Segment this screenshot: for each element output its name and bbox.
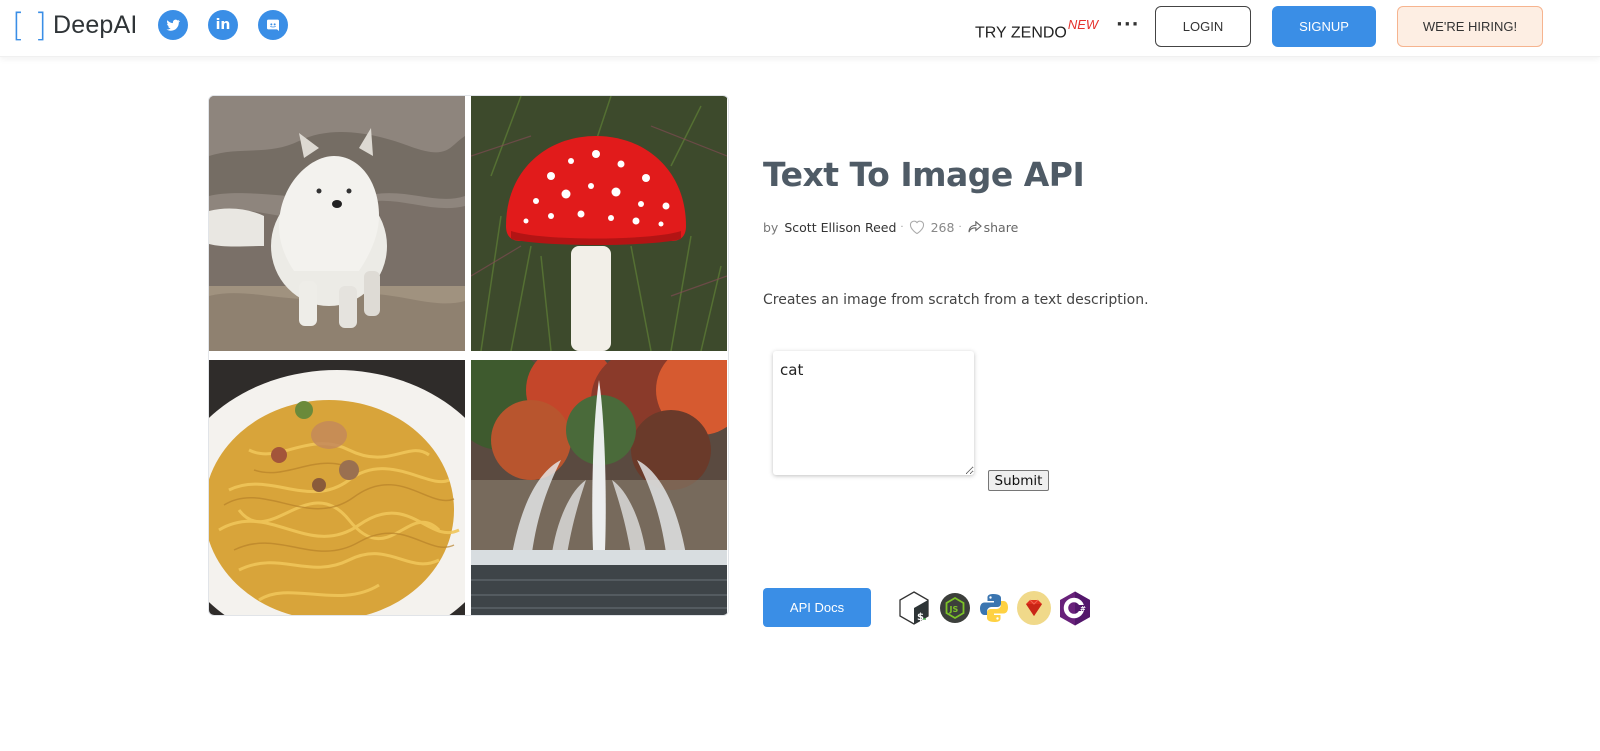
python-icon — [980, 594, 1008, 622]
share-icon — [968, 221, 982, 233]
by-label: by — [763, 219, 779, 235]
new-badge: NEW — [1067, 17, 1099, 32]
logo-bracket-right: ] — [34, 6, 47, 44]
gallery-image-wolf — [209, 96, 465, 351]
prompt-input[interactable] — [773, 351, 974, 475]
logo-text: DeepAI — [52, 10, 138, 39]
logo[interactable]: [ ] DeepAI — [12, 8, 138, 42]
share-label: share — [983, 219, 1019, 235]
linkedin-icon: in — [215, 17, 231, 33]
language-python[interactable] — [976, 590, 1012, 626]
linkedin-link[interactable]: in — [208, 10, 238, 40]
language-nodejs[interactable]: JS — [937, 590, 973, 626]
svg-text:#: # — [1080, 605, 1086, 613]
svg-text:$: $ — [917, 612, 924, 623]
nodejs-icon: JS — [940, 593, 970, 623]
logo-bracket-left: [ — [12, 6, 25, 44]
meta-separator: · — [958, 221, 962, 233]
gallery-image-pasta — [209, 360, 465, 615]
gallery-image-mushroom — [471, 96, 727, 351]
like-button[interactable]: 268 — [908, 219, 955, 235]
hiring-button[interactable]: WE'RE HIRING! — [1397, 6, 1543, 47]
ruby-icon — [1017, 591, 1051, 625]
share-link[interactable]: share — [968, 219, 1019, 235]
try-zendo-label: TRY ZENDO — [975, 24, 1067, 42]
author-link[interactable]: Scott Ellison Reed — [784, 220, 896, 235]
twitter-link[interactable] — [158, 10, 188, 40]
example-image-gallery — [208, 95, 729, 616]
submit-button[interactable]: Submit — [988, 470, 1049, 491]
language-ruby[interactable] — [1016, 590, 1052, 626]
more-menu-button[interactable]: ··· — [1116, 14, 1140, 35]
meta-separator: · — [900, 221, 904, 233]
api-docs-button[interactable]: API Docs — [763, 588, 871, 627]
discord-icon — [267, 19, 279, 31]
bash-icon: $ — [899, 591, 929, 625]
gallery-image-fountain — [471, 360, 727, 615]
like-count: 268 — [930, 219, 955, 235]
signup-button[interactable]: SIGNUP — [1272, 6, 1376, 47]
language-csharp[interactable]: # — [1057, 590, 1093, 626]
heart-icon — [909, 220, 924, 235]
api-description: Creates an image from scratch from a tex… — [763, 292, 1149, 308]
site-header: [ ] DeepAI in TRY ZENDONEW ··· LOGIN SIG… — [0, 0, 1600, 57]
discord-link[interactable] — [258, 10, 288, 40]
svg-text:JS: JS — [949, 605, 959, 614]
page-title: Text To Image API — [763, 155, 1085, 194]
twitter-icon — [166, 19, 181, 31]
api-meta: by Scott Ellison Reed · 268 · share — [763, 219, 1018, 235]
language-bash[interactable]: $ — [896, 590, 932, 626]
try-zendo-link[interactable]: TRY ZENDONEW — [975, 17, 1099, 42]
login-button[interactable]: LOGIN — [1155, 6, 1251, 47]
csharp-icon: # — [1060, 591, 1090, 626]
